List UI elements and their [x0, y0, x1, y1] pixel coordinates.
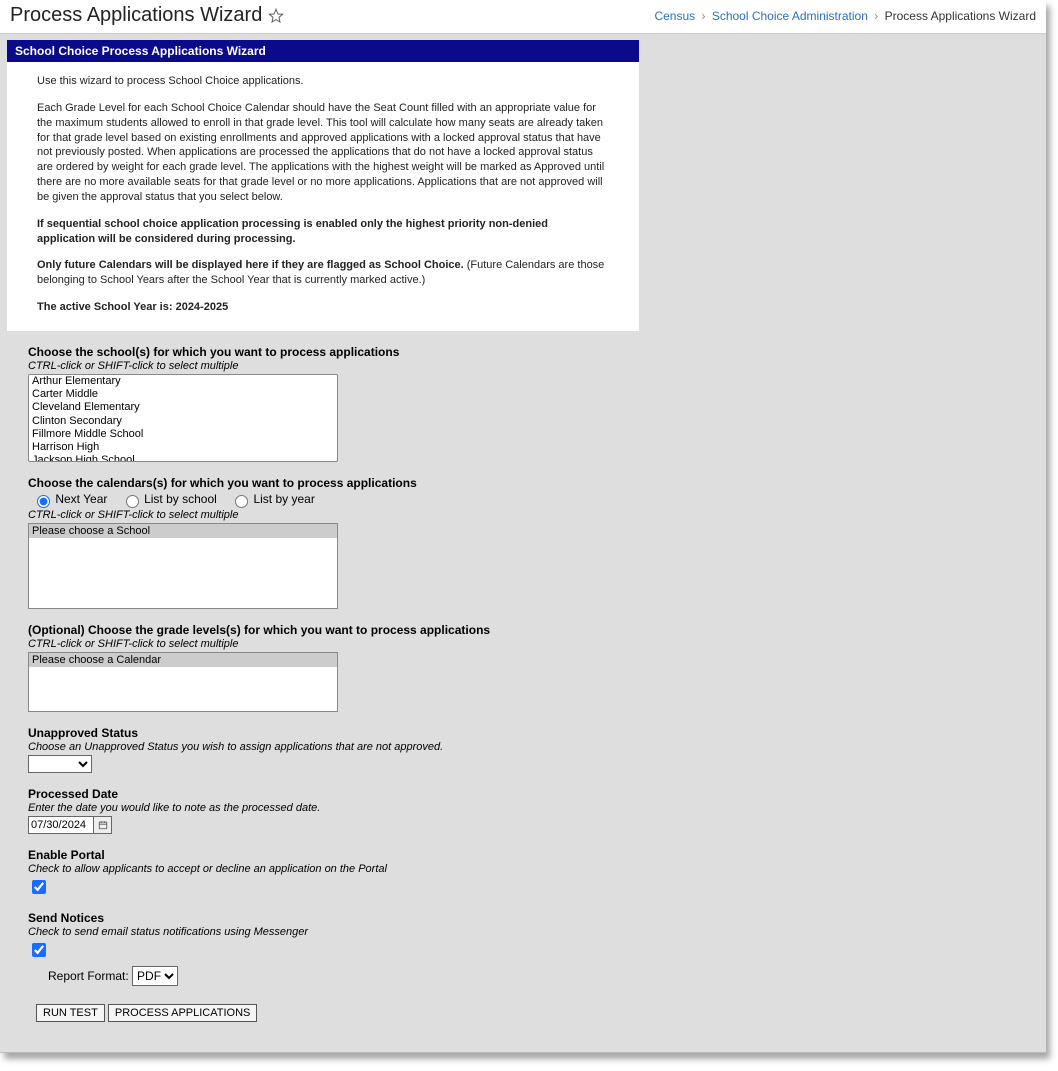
process-applications-button[interactable]: PROCESS APPLICATIONS: [108, 1004, 258, 1022]
grades-select[interactable]: Please choose a Calendar: [28, 652, 338, 712]
chevron-right-icon: ›: [698, 9, 708, 23]
breadcrumb-school-choice-admin[interactable]: School Choice Administration: [712, 9, 868, 23]
intro-future-bold: Only future Calendars will be displayed …: [37, 259, 464, 271]
wizard-panel: School Choice Process Applications Wizar…: [7, 40, 639, 331]
enable-portal-hint: Check to allow applicants to accept or d…: [28, 863, 632, 875]
calendars-block: Choose the calendars(s) for which you wa…: [28, 476, 632, 609]
breadcrumb-census[interactable]: Census: [654, 9, 695, 23]
processed-date-block: Processed Date Enter the date you would …: [28, 787, 632, 834]
report-format-label: Report Format:: [48, 969, 129, 983]
schools-select[interactable]: Arthur ElementaryCarter MiddleCleveland …: [28, 374, 338, 462]
form-body: Choose the school(s) for which you want …: [0, 331, 632, 1052]
grades-block: (Optional) Choose the grade levels(s) fo…: [28, 623, 632, 712]
schools-label: Choose the school(s) for which you want …: [28, 345, 632, 359]
report-format-select[interactable]: PDF: [132, 966, 178, 986]
page-title: Process Applications Wizard: [10, 4, 284, 27]
calendars-label: Choose the calendars(s) for which you wa…: [28, 476, 632, 490]
send-notices-checkbox[interactable]: [32, 943, 46, 957]
radio-list-by-year-label[interactable]: List by year: [230, 492, 315, 506]
processed-date-hint: Enter the date you would like to note as…: [28, 802, 632, 814]
intro-p1: Use this wizard to process School Choice…: [37, 74, 609, 89]
schools-block: Choose the school(s) for which you want …: [28, 345, 632, 462]
panel-header: School Choice Process Applications Wizar…: [7, 40, 639, 62]
intro-text: Use this wizard to process School Choice…: [7, 62, 639, 331]
radio-list-by-school[interactable]: [126, 495, 139, 508]
school-option[interactable]: Clinton Secondary: [29, 415, 337, 428]
calendars-select[interactable]: Please choose a School: [28, 523, 338, 609]
top-bar: Process Applications Wizard Census › Sch…: [0, 0, 1046, 34]
processed-date-input[interactable]: [28, 816, 94, 834]
grades-placeholder: Please choose a Calendar: [29, 653, 337, 667]
unapproved-hint: Choose an Unapproved Status you wish to …: [28, 741, 632, 753]
intro-active-year: The active School Year is: 2024-2025: [37, 300, 609, 315]
run-test-button[interactable]: RUN TEST: [36, 1004, 105, 1022]
calendars-placeholder: Please choose a School: [29, 524, 337, 538]
school-option[interactable]: Cleveland Elementary: [29, 401, 337, 414]
school-option[interactable]: Arthur Elementary: [29, 375, 337, 388]
calendar-picker-icon[interactable]: [94, 816, 112, 834]
unapproved-label: Unapproved Status: [28, 726, 632, 740]
calendars-hint: CTRL-click or SHIFT-click to select mult…: [28, 509, 632, 521]
send-notices-hint: Check to send email status notifications…: [28, 926, 632, 938]
radio-next-year-label[interactable]: Next Year: [32, 492, 111, 506]
unapproved-block: Unapproved Status Choose an Unapproved S…: [28, 726, 632, 773]
school-option[interactable]: Carter Middle: [29, 388, 337, 401]
unapproved-select[interactable]: [28, 755, 92, 773]
calendar-radio-row: Next Year List by school List by year: [32, 492, 632, 508]
enable-portal-checkbox[interactable]: [32, 880, 46, 894]
school-option[interactable]: Jackson High School: [29, 454, 337, 462]
report-format-row: Report Format: PDF: [48, 966, 632, 986]
grades-label: (Optional) Choose the grade levels(s) fo…: [28, 623, 632, 637]
breadcrumb-current: Process Applications Wizard: [885, 9, 1036, 23]
schools-hint: CTRL-click or SHIFT-click to select mult…: [28, 360, 632, 372]
favorite-star-icon[interactable]: [268, 8, 284, 24]
button-row: RUN TEST PROCESS APPLICATIONS: [36, 1004, 632, 1022]
radio-list-by-year[interactable]: [235, 495, 248, 508]
enable-portal-block: Enable Portal Check to allow applicants …: [28, 848, 632, 897]
processed-date-label: Processed Date: [28, 787, 632, 801]
page-title-text: Process Applications Wizard: [10, 4, 262, 27]
send-notices-block: Send Notices Check to send email status …: [28, 911, 632, 986]
school-option[interactable]: Harrison High: [29, 441, 337, 454]
grades-hint: CTRL-click or SHIFT-click to select mult…: [28, 638, 632, 650]
breadcrumb: Census › School Choice Administration › …: [654, 9, 1036, 23]
intro-p2: Each Grade Level for each School Choice …: [37, 101, 609, 205]
chevron-right-icon: ›: [871, 9, 881, 23]
intro-sequential: If sequential school choice application …: [37, 217, 609, 247]
school-option[interactable]: Fillmore Middle School: [29, 428, 337, 441]
radio-list-by-school-label[interactable]: List by school: [121, 492, 220, 506]
radio-next-year[interactable]: [37, 495, 50, 508]
intro-future: Only future Calendars will be displayed …: [37, 258, 609, 288]
send-notices-label: Send Notices: [28, 911, 632, 925]
enable-portal-label: Enable Portal: [28, 848, 632, 862]
